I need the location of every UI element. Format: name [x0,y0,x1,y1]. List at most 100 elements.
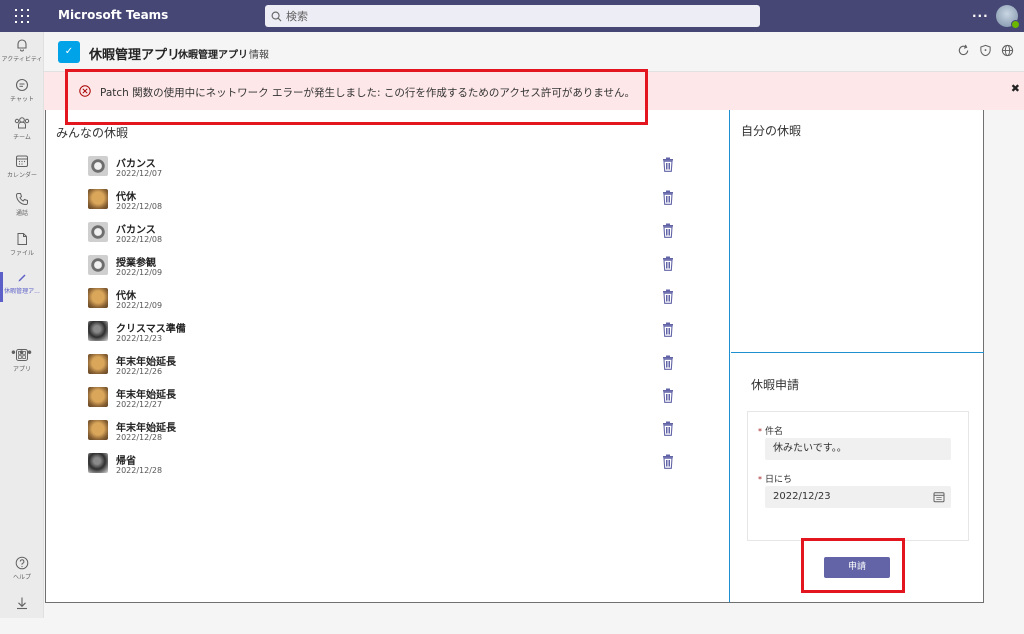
rail-item-calls[interactable]: 通話 [0,192,44,230]
tab-info[interactable]: 情報 [249,46,269,61]
app-header: ✓ 休暇管理アプリ 休暇管理アプリ 情報 [44,32,1024,72]
pencil-icon [18,274,26,282]
rail-label: アクティビティ [1,56,43,63]
bell-icon [17,39,27,52]
rail-label: チャット [10,96,34,103]
avatar [88,156,108,176]
trash-icon[interactable] [662,289,674,308]
subject-label: * 件名 [758,427,784,437]
app-canvas: みんなの休暇 バカンス 2022/12/07 代休 2022/12/08 バカンス 202… [45,110,984,603]
app-launcher-icon[interactable] [0,0,44,32]
globe-icon[interactable] [1001,44,1014,57]
phone-icon [15,193,28,206]
rail-item-chat[interactable]: チャット [0,78,44,116]
rail-item-vacation-app[interactable]: 休暇管理ア... [0,270,44,308]
help-icon [15,556,29,570]
vacation-title: 年末年始延長 [116,423,176,434]
close-icon[interactable]: ✖ [1011,82,1020,95]
list-item[interactable]: 年末年始延長 2022/12/26 [88,348,688,381]
list-item[interactable]: クリスマス準備 2022/12/23 [88,315,688,348]
list-item[interactable]: バカンス 2022/12/08 [88,216,688,249]
left-rail: アクティビティ チャット チーム カレンダー 通話 ファイル 休暇管理ア... … [0,32,44,618]
top-bar: Microsoft Teams 検索 ... [0,0,1024,32]
avatar [88,222,108,242]
list-item[interactable]: 代休 2022/12/09 [88,282,688,315]
rail-item-apps[interactable]: アプリ [0,348,44,386]
vacation-date: 2022/12/27 [116,400,163,409]
rail-label: チーム [13,134,31,141]
vacation-title: 年末年始延長 [116,390,176,401]
list-item[interactable]: 代休 2022/12/08 [88,183,688,216]
list-item[interactable]: バカンス 2022/12/07 [88,150,688,183]
chat-icon [15,78,29,92]
error-highlight-box [65,69,648,125]
search-input[interactable]: 検索 [286,8,308,24]
trash-icon[interactable] [662,355,674,374]
calendar-icon [16,155,28,167]
submit-highlight-box [801,538,905,593]
download-icon [17,597,27,610]
presence-available-icon [1011,20,1020,29]
trash-icon[interactable] [662,421,674,440]
trash-icon[interactable] [662,322,674,341]
vacation-date: 2022/12/08 [116,202,163,211]
rail-item-files[interactable]: ファイル [0,232,44,270]
avatar [88,420,108,440]
rail-label: ヘルプ [12,574,31,581]
rail-label: カレンダー [6,172,37,179]
vacation-title: 帰省 [116,456,136,467]
date-picker[interactable]: 2022/12/23 [765,486,951,508]
avatar [88,255,108,275]
rail-label: アプリ [12,366,31,373]
vacation-date: 2022/12/08 [116,235,163,244]
rail-item-help[interactable]: ヘルプ [0,556,44,594]
my-vacations-title: 自分の休暇 [741,124,802,138]
date-label: * 日にち [758,475,793,485]
trash-icon[interactable] [662,190,674,209]
vacation-date: 2022/12/28 [116,433,163,442]
all-vacations-panel: みんなの休暇 バカンス 2022/12/07 代休 2022/12/08 バカンス 202… [46,110,730,602]
list-item[interactable]: 帰省 2022/12/28 [88,447,688,480]
rail-item-activity[interactable]: アクティビティ [0,38,44,76]
request-form: * 件名 休みたいです。。 * 日にち 2022/12/23 [747,411,969,541]
panel-title: みんなの休暇 [56,126,129,140]
apps-icon [16,349,28,361]
rail-item-calendar[interactable]: カレンダー [0,154,44,192]
vacation-date: 2022/12/26 [116,367,163,376]
trash-icon[interactable] [662,223,674,242]
shield-icon[interactable] [979,44,992,57]
vacation-date: 2022/12/09 [116,268,163,277]
calendar-icon[interactable] [933,491,945,503]
avatar [88,387,108,407]
app-title: Microsoft Teams [58,8,169,22]
vacation-title: クリスマス準備 [116,324,186,335]
vacation-title: 代休 [116,291,136,302]
more-options-icon[interactable]: ... [972,6,989,20]
search-box[interactable]: 検索 [265,5,760,27]
avatar [88,189,108,209]
form-title: 休暇申請 [751,378,800,392]
rail-label: ファイル [9,250,34,257]
trash-icon[interactable] [662,388,674,407]
list-item[interactable]: 授業参観 2022/12/09 [88,249,688,282]
app-name: 休暇管理アプリ [89,48,181,63]
refresh-icon[interactable] [957,44,970,57]
vacation-title: 授業参観 [116,258,156,269]
rail-item-teams[interactable]: チーム [0,116,44,154]
user-avatar[interactable] [996,5,1020,29]
trash-icon[interactable] [662,256,674,275]
list-item[interactable]: 年末年始延長 2022/12/27 [88,381,688,414]
trash-icon[interactable] [662,454,674,473]
subject-input[interactable]: 休みたいです。。 [765,438,951,460]
vacation-date: 2022/12/28 [116,466,163,475]
vacation-title: 年末年始延長 [116,357,176,368]
rail-item-download[interactable] [0,596,44,634]
trash-icon[interactable] [662,157,674,176]
vacation-title: バカンス [116,225,156,236]
my-vacations-panel: 自分の休暇 [731,110,984,353]
tab-vacation-app[interactable]: 休暇管理アプリ [178,46,248,61]
search-icon [271,11,282,21]
vacation-date: 2022/12/07 [116,169,163,178]
list-item[interactable]: 年末年始延長 2022/12/28 [88,414,688,447]
rail-label: 休暇管理ア... [4,288,40,295]
